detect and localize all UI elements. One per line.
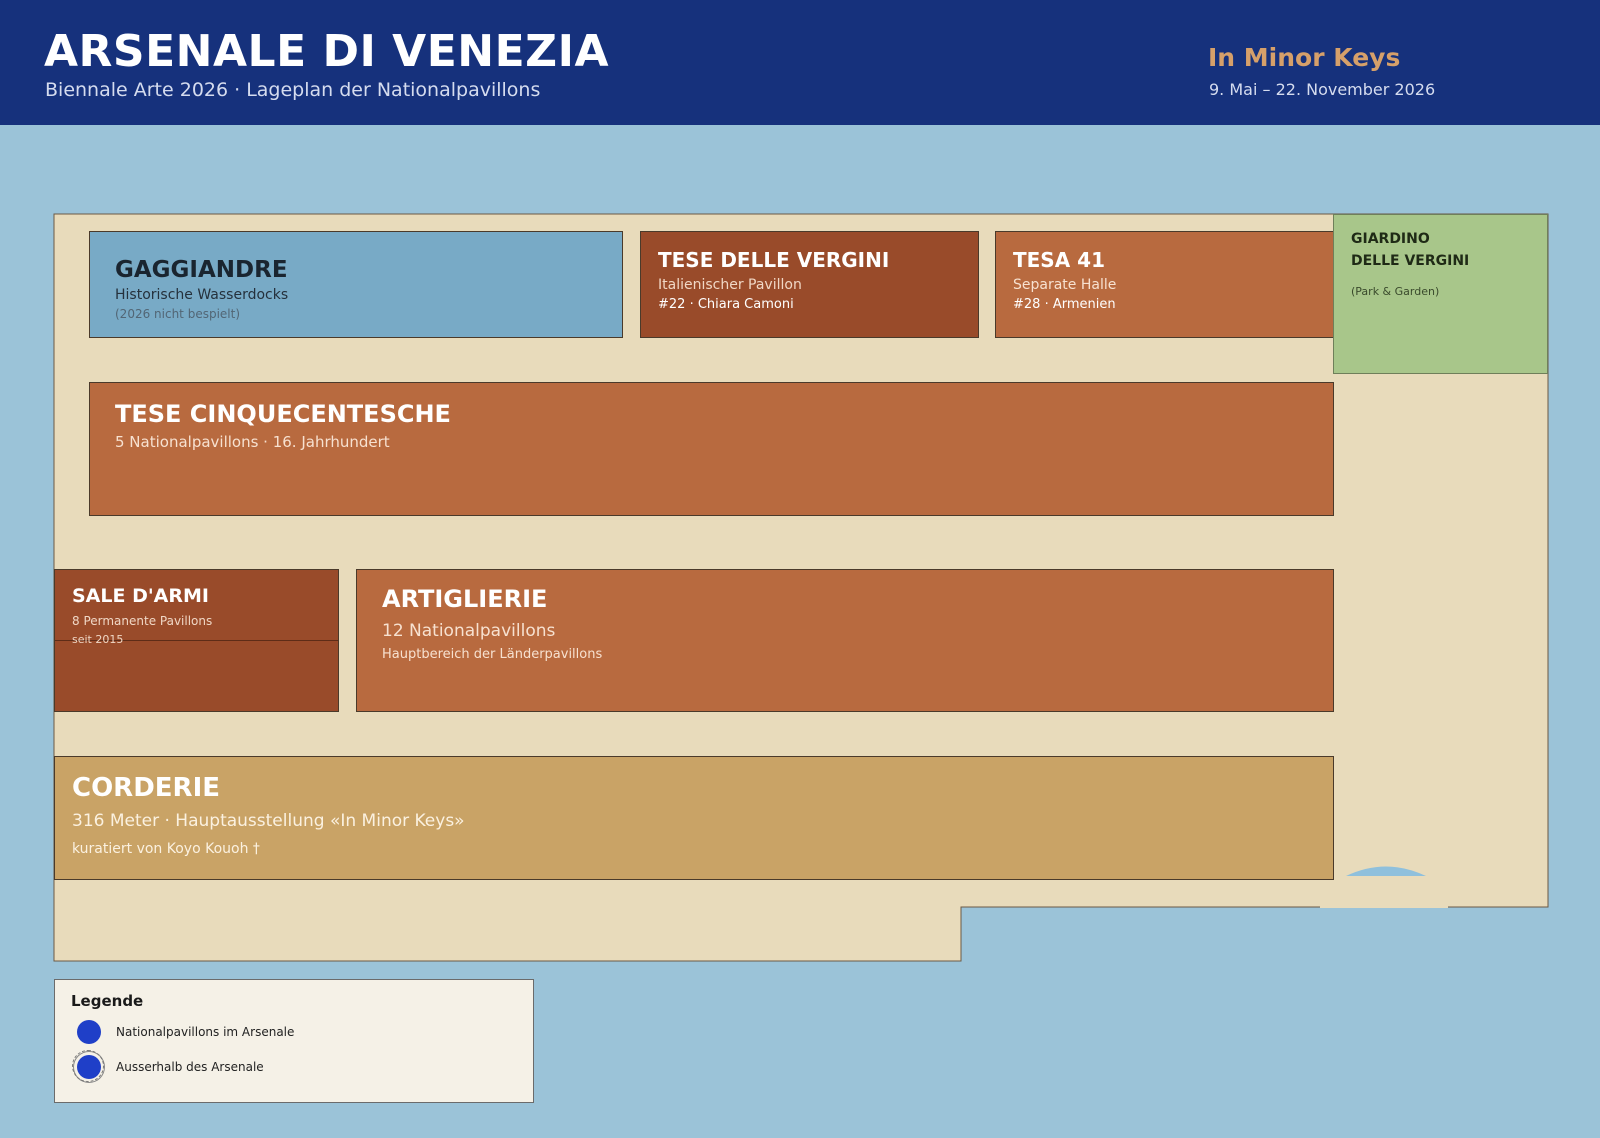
tese-delle-vergini-description: Italienischer Pavillon [658, 277, 802, 293]
legend-label-inside: Nationalpavillons im Arsenale [116, 1025, 295, 1039]
legend-label-outside: Ausserhalb des Arsenale [116, 1060, 264, 1074]
legend-pavilion-inside-marker [77, 1020, 101, 1044]
building-tese-cinquecentesche[interactable]: TESE CINQUECENTESCHE 5 Nationalpavillons… [89, 382, 1334, 516]
giardino-name-line-1: GIARDINO [1351, 231, 1430, 247]
building-tesa-41[interactable]: TESA 41 Separate Halle #28 · Armenien [995, 231, 1334, 338]
building-artiglierie[interactable]: ARTIGLIERIE 12 Nationalpavillons Hauptbe… [356, 569, 1334, 712]
artiglierie-description: 12 Nationalpavillons [382, 621, 556, 641]
tesa-41-name: TESA 41 [1013, 248, 1105, 272]
gaggiandre-name: GAGGIANDRE [115, 257, 288, 283]
tesa-41-pavilion: #28 · Armenien [1013, 297, 1116, 312]
sale-darmi-name: SALE D'ARMI [72, 585, 209, 607]
sale-darmi-description: 8 Permanente Pavillons [72, 614, 213, 628]
tese-delle-vergini-name: TESE DELLE VERGINI [658, 248, 890, 272]
gaggiandre-description: Historische Wasserdocks [115, 287, 289, 303]
tese-cinquecentesche-name: TESE CINQUECENTESCHE [115, 400, 451, 428]
corderie-description: 316 Meter · Hauptausstellung «In Minor K… [72, 811, 465, 831]
map-legend: Legende Nationalpavillons im Arsenale Au… [54, 979, 534, 1103]
gaggiandre-note: (2026 nicht bespielt) [115, 307, 241, 321]
building-gaggiandre[interactable]: GAGGIANDRE Historische Wasserdocks (2026… [89, 231, 623, 338]
legend-title: Legende [71, 992, 144, 1010]
legend-pavilion-outside-marker [72, 1050, 104, 1082]
water-inlet-gap [1320, 875, 1448, 908]
giardino-name-line-2: DELLE VERGINI [1351, 253, 1470, 269]
area-giardino-delle-vergini[interactable]: GIARDINO DELLE VERGINI (Park & Garden) [1333, 214, 1548, 374]
tesa-41-description: Separate Halle [1013, 277, 1117, 293]
sale-darmi-since: seit 2015 [72, 633, 124, 646]
artiglierie-name: ARTIGLIERIE [382, 585, 548, 613]
corderie-name: CORDERIE [72, 773, 221, 803]
tese-delle-vergini-pavilion: #22 · Chiara Camoni [658, 297, 794, 312]
building-tese-delle-vergini[interactable]: TESE DELLE VERGINI Italienischer Pavillo… [640, 231, 979, 338]
giardino-description: (Park & Garden) [1351, 285, 1440, 298]
corderie-curator: kuratiert von Koyo Kouoh † [72, 841, 260, 857]
building-sale-darmi[interactable]: SALE D'ARMI 8 Permanente Pavillons seit … [54, 569, 339, 712]
artiglierie-note: Hauptbereich der Länderpavillons [382, 647, 603, 662]
tese-cinquecentesche-description: 5 Nationalpavillons · 16. Jahrhundert [115, 433, 390, 451]
building-corderie[interactable]: CORDERIE 316 Meter · Hauptausstellung «I… [54, 756, 1334, 880]
